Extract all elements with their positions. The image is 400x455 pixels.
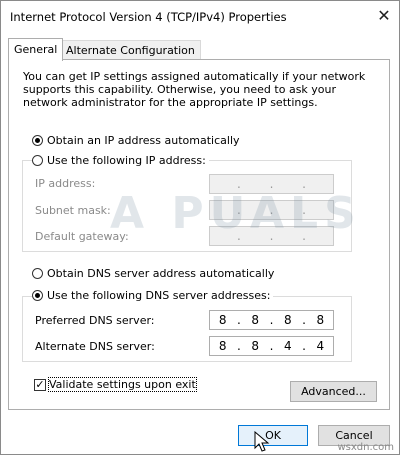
radio-dot-selected xyxy=(32,290,43,301)
radio-dot xyxy=(32,268,43,279)
checkbox-checked-icon: ✓ xyxy=(34,377,46,391)
description-text: You can get IP settings assigned automat… xyxy=(23,70,366,109)
close-icon[interactable]: ✕ xyxy=(369,1,399,31)
title-bar: Internet Protocol Version 4 (TCP/IPv4) P… xyxy=(1,1,399,33)
radio-label: Use the following DNS server addresses: xyxy=(47,289,271,302)
advanced-button[interactable]: Advanced... xyxy=(290,381,377,402)
validate-settings-checkbox[interactable]: ✓ Validate settings upon exit xyxy=(34,377,197,392)
preferred-dns-label: Preferred DNS server: xyxy=(35,314,155,327)
default-gateway-label: Default gateway: xyxy=(35,230,129,243)
preferred-dns-input[interactable]: 8.8.8.8 xyxy=(209,310,334,330)
radio-use-following-ip[interactable]: Use the following IP address: xyxy=(32,154,209,167)
mouse-pointer-icon xyxy=(254,431,270,452)
subnet-mask-input[interactable]: ... xyxy=(209,200,334,220)
tab-general[interactable]: General xyxy=(8,38,64,61)
ip-address-label: IP address: xyxy=(35,177,96,190)
subnet-mask-label: Subnet mask: xyxy=(35,204,111,217)
alternate-dns-input[interactable]: 8.8.4.4 xyxy=(209,336,334,356)
tab-alternate-configuration[interactable]: Alternate Configuration xyxy=(60,40,201,60)
site-watermark: wsxdn.com xyxy=(337,442,394,453)
radio-obtain-ip-auto[interactable]: Obtain an IP address automatically xyxy=(32,134,240,147)
default-gateway-input[interactable]: ... xyxy=(209,226,334,246)
ip-address-input[interactable]: ... xyxy=(209,174,334,194)
radio-use-following-dns[interactable]: Use the following DNS server addresses: xyxy=(32,289,274,302)
ok-button[interactable]: OK xyxy=(238,425,308,446)
radio-label: Obtain an IP address automatically xyxy=(47,134,240,147)
radio-dot xyxy=(32,155,43,166)
radio-label: Obtain DNS server address automatically xyxy=(47,267,275,280)
radio-label: Use the following IP address: xyxy=(47,154,206,167)
radio-obtain-dns-auto[interactable]: Obtain DNS server address automatically xyxy=(32,267,274,280)
alternate-dns-label: Alternate DNS server: xyxy=(35,340,155,353)
radio-dot-selected xyxy=(32,135,43,146)
window-title: Internet Protocol Version 4 (TCP/IPv4) P… xyxy=(10,10,287,24)
checkbox-label: Validate settings upon exit xyxy=(48,377,197,392)
